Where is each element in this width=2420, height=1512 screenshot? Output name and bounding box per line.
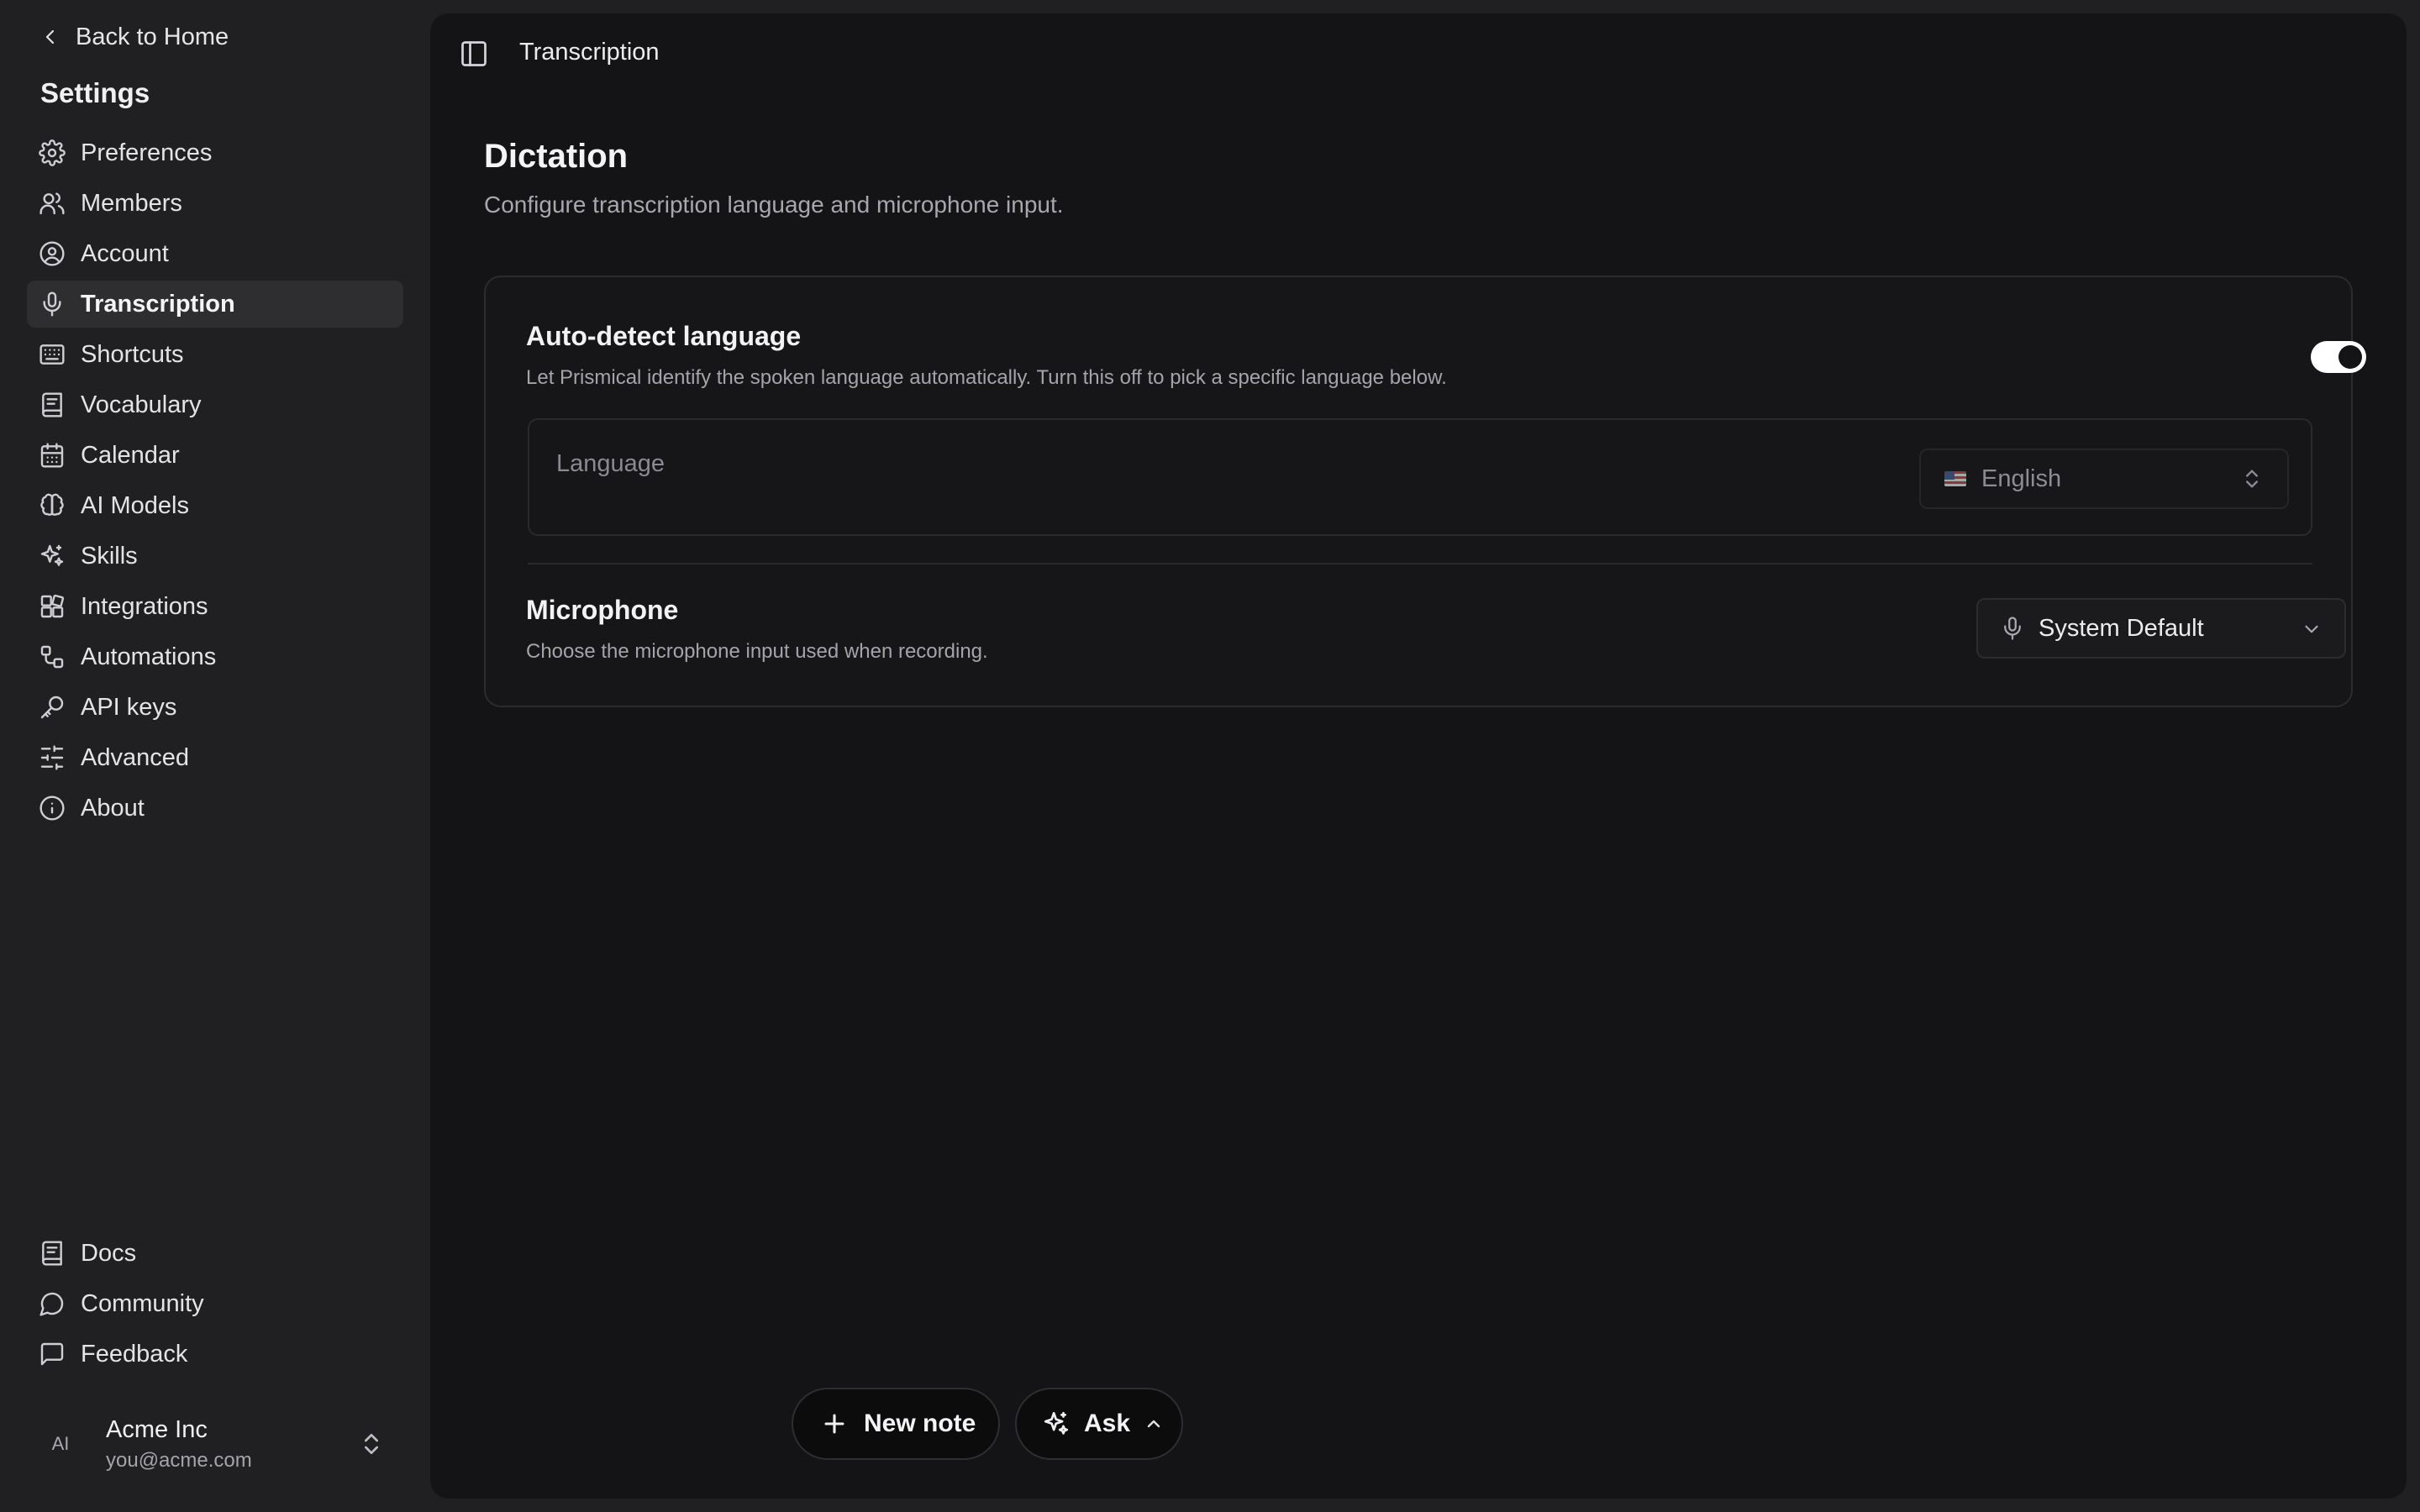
sidebar-item-label: About: [81, 794, 145, 822]
microphone-value: System Default: [2039, 614, 2204, 642]
sidebar-item-vocabulary[interactable]: Vocabulary: [27, 381, 403, 428]
sidebar-item-advanced[interactable]: Advanced: [27, 734, 403, 781]
chevron-left-icon: [45, 29, 55, 45]
auto-detect-description: Let Prismical identify the spoken langua…: [526, 366, 1447, 389]
book-icon: [42, 392, 62, 417]
page-breadcrumb: Transcription: [519, 39, 660, 66]
sparkles-icon: [1044, 1411, 1069, 1435]
us-flag-icon: [1944, 471, 1966, 486]
auto-detect-title: Auto-detect language: [526, 321, 802, 351]
sparkles-icon: [40, 544, 64, 566]
sidebar-item-feedback[interactable]: Feedback: [27, 1331, 403, 1378]
sidebar-item-label: Automations: [81, 643, 217, 670]
sidebar-item-preferences[interactable]: Preferences: [27, 129, 403, 176]
plus-icon: [824, 1414, 844, 1434]
sidebar-item-label: Calendar: [81, 441, 180, 469]
sidebar: Back to Home Settings Preferences Member…: [0, 0, 430, 1512]
user-circle-icon: [39, 241, 65, 266]
sidebar-item-label: Preferences: [81, 139, 213, 166]
keyboard-icon: [39, 344, 65, 365]
sidebar-item-account[interactable]: Account: [27, 230, 403, 277]
toggle-knob: [2338, 345, 2362, 369]
microphone-icon: [2004, 617, 2021, 640]
sidebar-item-label: Integrations: [81, 592, 208, 620]
ask-button[interactable]: Ask: [1015, 1388, 1183, 1460]
sidebar-item-label: Transcription: [81, 290, 235, 318]
sidebar-item-label: Account: [81, 239, 169, 267]
account-switcher[interactable]: AI Acme Inc you@acme.com: [27, 1411, 403, 1477]
auto-detect-toggle[interactable]: [2311, 341, 2366, 373]
dictation-settings-card: Auto-detect language Let Prismical ident…: [484, 276, 2366, 707]
chat-bubble-icon: [39, 1292, 64, 1316]
settings-nav: Preferences Members Account Transcriptio…: [27, 129, 403, 835]
microphone-description: Choose the microphone input used when re…: [526, 640, 988, 663]
sidebar-footer-nav: Docs Community Feedback: [27, 1230, 403, 1381]
users-icon: [39, 192, 65, 215]
sidebar-toggle-icon[interactable]: [459, 39, 489, 69]
sidebar-item-label: Members: [81, 189, 182, 217]
sidebar-item-ai-models[interactable]: AI Models: [27, 482, 403, 529]
key-icon: [40, 696, 64, 719]
language-setting: Language English: [528, 418, 2312, 536]
sidebar-item-api-keys[interactable]: API keys: [27, 684, 403, 731]
sidebar-item-label: Vocabulary: [81, 391, 202, 418]
sidebar-item-community[interactable]: Community: [27, 1280, 403, 1327]
calendar-icon: [40, 443, 64, 468]
microphone-select[interactable]: System Default: [1976, 598, 2346, 659]
topbar: Transcription: [430, 13, 2407, 94]
sidebar-item-members[interactable]: Members: [27, 180, 403, 227]
blocks-icon: [40, 594, 65, 618]
microphone-icon: [43, 291, 61, 317]
avatar: AI: [51, 1433, 70, 1454]
chevron-up-icon: [1147, 1420, 1160, 1428]
account-info: Acme Inc you@acme.com: [106, 1416, 252, 1473]
brain-icon: [40, 493, 64, 516]
sliders-icon: [40, 745, 64, 770]
sidebar-item-automations[interactable]: Automations: [27, 633, 403, 680]
sidebar-item-shortcuts[interactable]: Shortcuts: [27, 331, 403, 378]
sidebar-item-label: Community: [81, 1289, 204, 1317]
sidebar-item-calendar[interactable]: Calendar: [27, 432, 403, 479]
sidebar-item-docs[interactable]: Docs: [27, 1230, 403, 1277]
sidebar-item-transcription[interactable]: Transcription: [27, 281, 403, 328]
sidebar-item-integrations[interactable]: Integrations: [27, 583, 403, 630]
sidebar-item-label: Skills: [81, 542, 138, 570]
chevron-down-icon: [2305, 625, 2318, 633]
language-value: English: [1981, 465, 2062, 492]
page-subtitle: Configure transcription language and mic…: [484, 192, 1064, 218]
info-icon: [39, 795, 65, 821]
book-icon: [42, 1241, 62, 1266]
new-note-label: New note: [864, 1410, 976, 1437]
workflow-icon: [40, 645, 64, 669]
sidebar-item-label: Docs: [81, 1239, 137, 1267]
chevrons-up-down-icon: [2246, 470, 2258, 488]
sidebar-item-skills[interactable]: Skills: [27, 533, 403, 580]
divider: [528, 563, 2312, 564]
gear-icon: [39, 139, 66, 166]
back-to-home-link[interactable]: Back to Home: [40, 20, 229, 54]
language-select[interactable]: English: [1919, 449, 2289, 509]
settings-title: Settings: [40, 77, 150, 108]
microphone-title: Microphone: [526, 595, 679, 625]
message-square-icon: [40, 1342, 64, 1366]
sidebar-item-label: Shortcuts: [81, 340, 184, 368]
page-title: Dictation: [484, 138, 629, 175]
account-name: Acme Inc: [106, 1415, 208, 1443]
main-panel: Transcription Dictation Configure transc…: [430, 13, 2407, 1499]
sidebar-item-label: AI Models: [81, 491, 189, 519]
sidebar-item-label: Feedback: [81, 1340, 188, 1368]
chevrons-up-down-icon: [365, 1434, 378, 1454]
sidebar-item-about[interactable]: About: [27, 785, 403, 832]
sidebar-item-label: Advanced: [81, 743, 189, 771]
back-to-home-label: Back to Home: [76, 23, 229, 50]
sidebar-item-label: API keys: [81, 693, 177, 721]
language-label: Language: [556, 450, 666, 477]
ask-label: Ask: [1084, 1410, 1131, 1437]
new-note-button[interactable]: New note: [792, 1388, 1000, 1460]
account-email: you@acme.com: [106, 1448, 252, 1472]
